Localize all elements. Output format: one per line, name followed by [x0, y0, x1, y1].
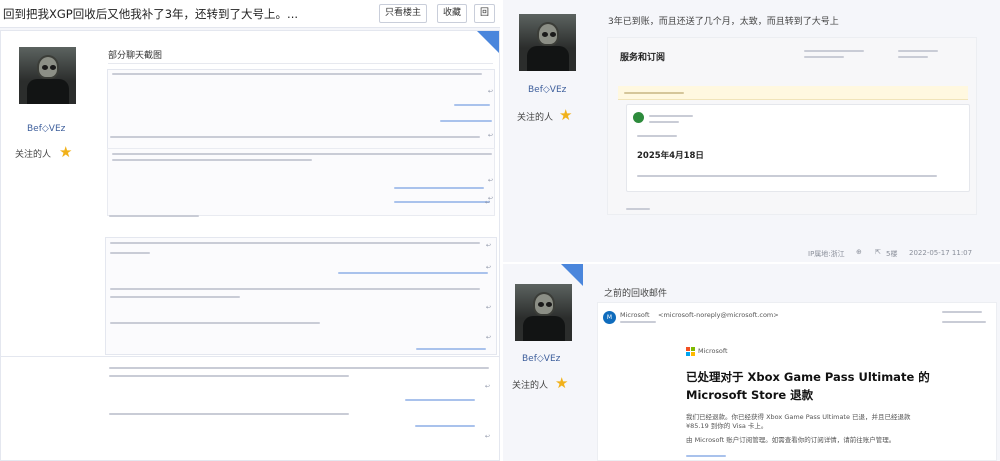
subscription-title: 服务和订阅 — [620, 53, 666, 63]
section-heading: 部分聊天截图 — [108, 51, 163, 61]
ip-location: IP属地:浙江 — [808, 250, 845, 258]
divider — [108, 63, 493, 64]
star-icon: ★ — [559, 106, 573, 124]
right-bottom-screenshot-panel: Bef◇VEz 关注的人 ★ 之前的回收邮件 M Microsoft <micr… — [503, 264, 1000, 461]
subscription-screenshot: 服务和订阅 2025年4月18日 — [607, 37, 977, 215]
thread-title: 回到把我XGP回收后又他我补了3年，还转到了大号上。... — [3, 7, 299, 21]
brand-label: Microsoft — [698, 347, 728, 355]
sender-name: Microsoft — [620, 311, 650, 319]
left-screenshot-panel: 回到把我XGP回收后又他我补了3年，还转到了大号上。... 只看楼主 收藏 回 … — [0, 0, 500, 461]
avatar[interactable] — [515, 284, 572, 341]
only-op-button[interactable]: 只看楼主 — [379, 4, 428, 23]
chat-screenshot-3: ↩ ↩ ↩ ↩ — [105, 237, 497, 355]
report-icon[interactable]: ⊕ — [856, 248, 862, 256]
floor-number: 5楼 — [886, 250, 898, 258]
right-top-screenshot-panel: Bef◇VEz 关注的人 ★ 3年已到账，而且还送了几个月，太致，而且转到了大号… — [503, 0, 1000, 262]
refund-email-screenshot: M Microsoft <microsoft-noreply@microsoft… — [597, 302, 997, 461]
corner-tag-icon — [477, 31, 499, 53]
chat-screenshot-2: ↩ ↩ — [107, 148, 495, 216]
reply-button[interactable]: 回 — [474, 4, 496, 23]
follow-badge: 关注的人 — [512, 381, 549, 391]
xbox-icon — [633, 112, 644, 123]
post-caption: 3年已到账，而且还送了几个月，太致，而且转到了大号上 — [608, 17, 839, 27]
post-1: Bef◇VEz 关注的人 ★ 部分聊天截图 ↩ ↩ ↩ ↩ ↩ ↩ ↩ ↩ ↩ — [0, 30, 500, 365]
email-caption: 之前的回收邮件 — [604, 289, 668, 299]
post-2: ↩ ↩ — [0, 356, 500, 461]
avatar[interactable] — [519, 14, 576, 71]
sender-avatar-icon: M — [603, 311, 616, 324]
username[interactable]: Bef◇VEz — [528, 85, 566, 95]
star-icon: ★ — [59, 143, 73, 161]
username[interactable]: Bef◇VEz — [522, 354, 560, 364]
username[interactable]: Bef◇VEz — [27, 124, 65, 134]
follow-badge: 关注的人 — [15, 150, 52, 160]
notice-bar — [618, 86, 968, 100]
sender-email: <microsoft-noreply@microsoft.com> — [658, 311, 779, 319]
avatar[interactable] — [19, 47, 76, 104]
follow-badge: 关注的人 — [517, 113, 554, 123]
email-body-line-3: 由 Microsoft 账户订阅管理。如需查看你的订阅详情，请前往账户管理。 — [686, 436, 896, 444]
email-title-line-1: 已处理对于 Xbox Game Pass Ultimate 的 — [686, 370, 930, 384]
email-body-line-2: ¥85.19 到你的 Visa 卡上。 — [686, 422, 768, 430]
share-icon[interactable]: ⇱ — [875, 248, 881, 256]
email-title-line-2: Microsoft Store 退款 — [686, 388, 814, 402]
thread-title-bar: 回到把我XGP回收后又他我补了3年，还转到了大号上。... 只看楼主 收藏 回 — [0, 0, 500, 28]
star-icon: ★ — [555, 374, 569, 392]
microsoft-logo-icon — [686, 347, 695, 356]
corner-tag-icon — [561, 264, 583, 286]
xbox-subscription-card[interactable]: 2025年4月18日 — [626, 104, 970, 192]
favorite-button[interactable]: 收藏 — [437, 4, 468, 23]
renewal-date: 2025年4月18日 — [637, 151, 704, 161]
post-time: 2022-05-17 11:07 — [909, 249, 973, 257]
